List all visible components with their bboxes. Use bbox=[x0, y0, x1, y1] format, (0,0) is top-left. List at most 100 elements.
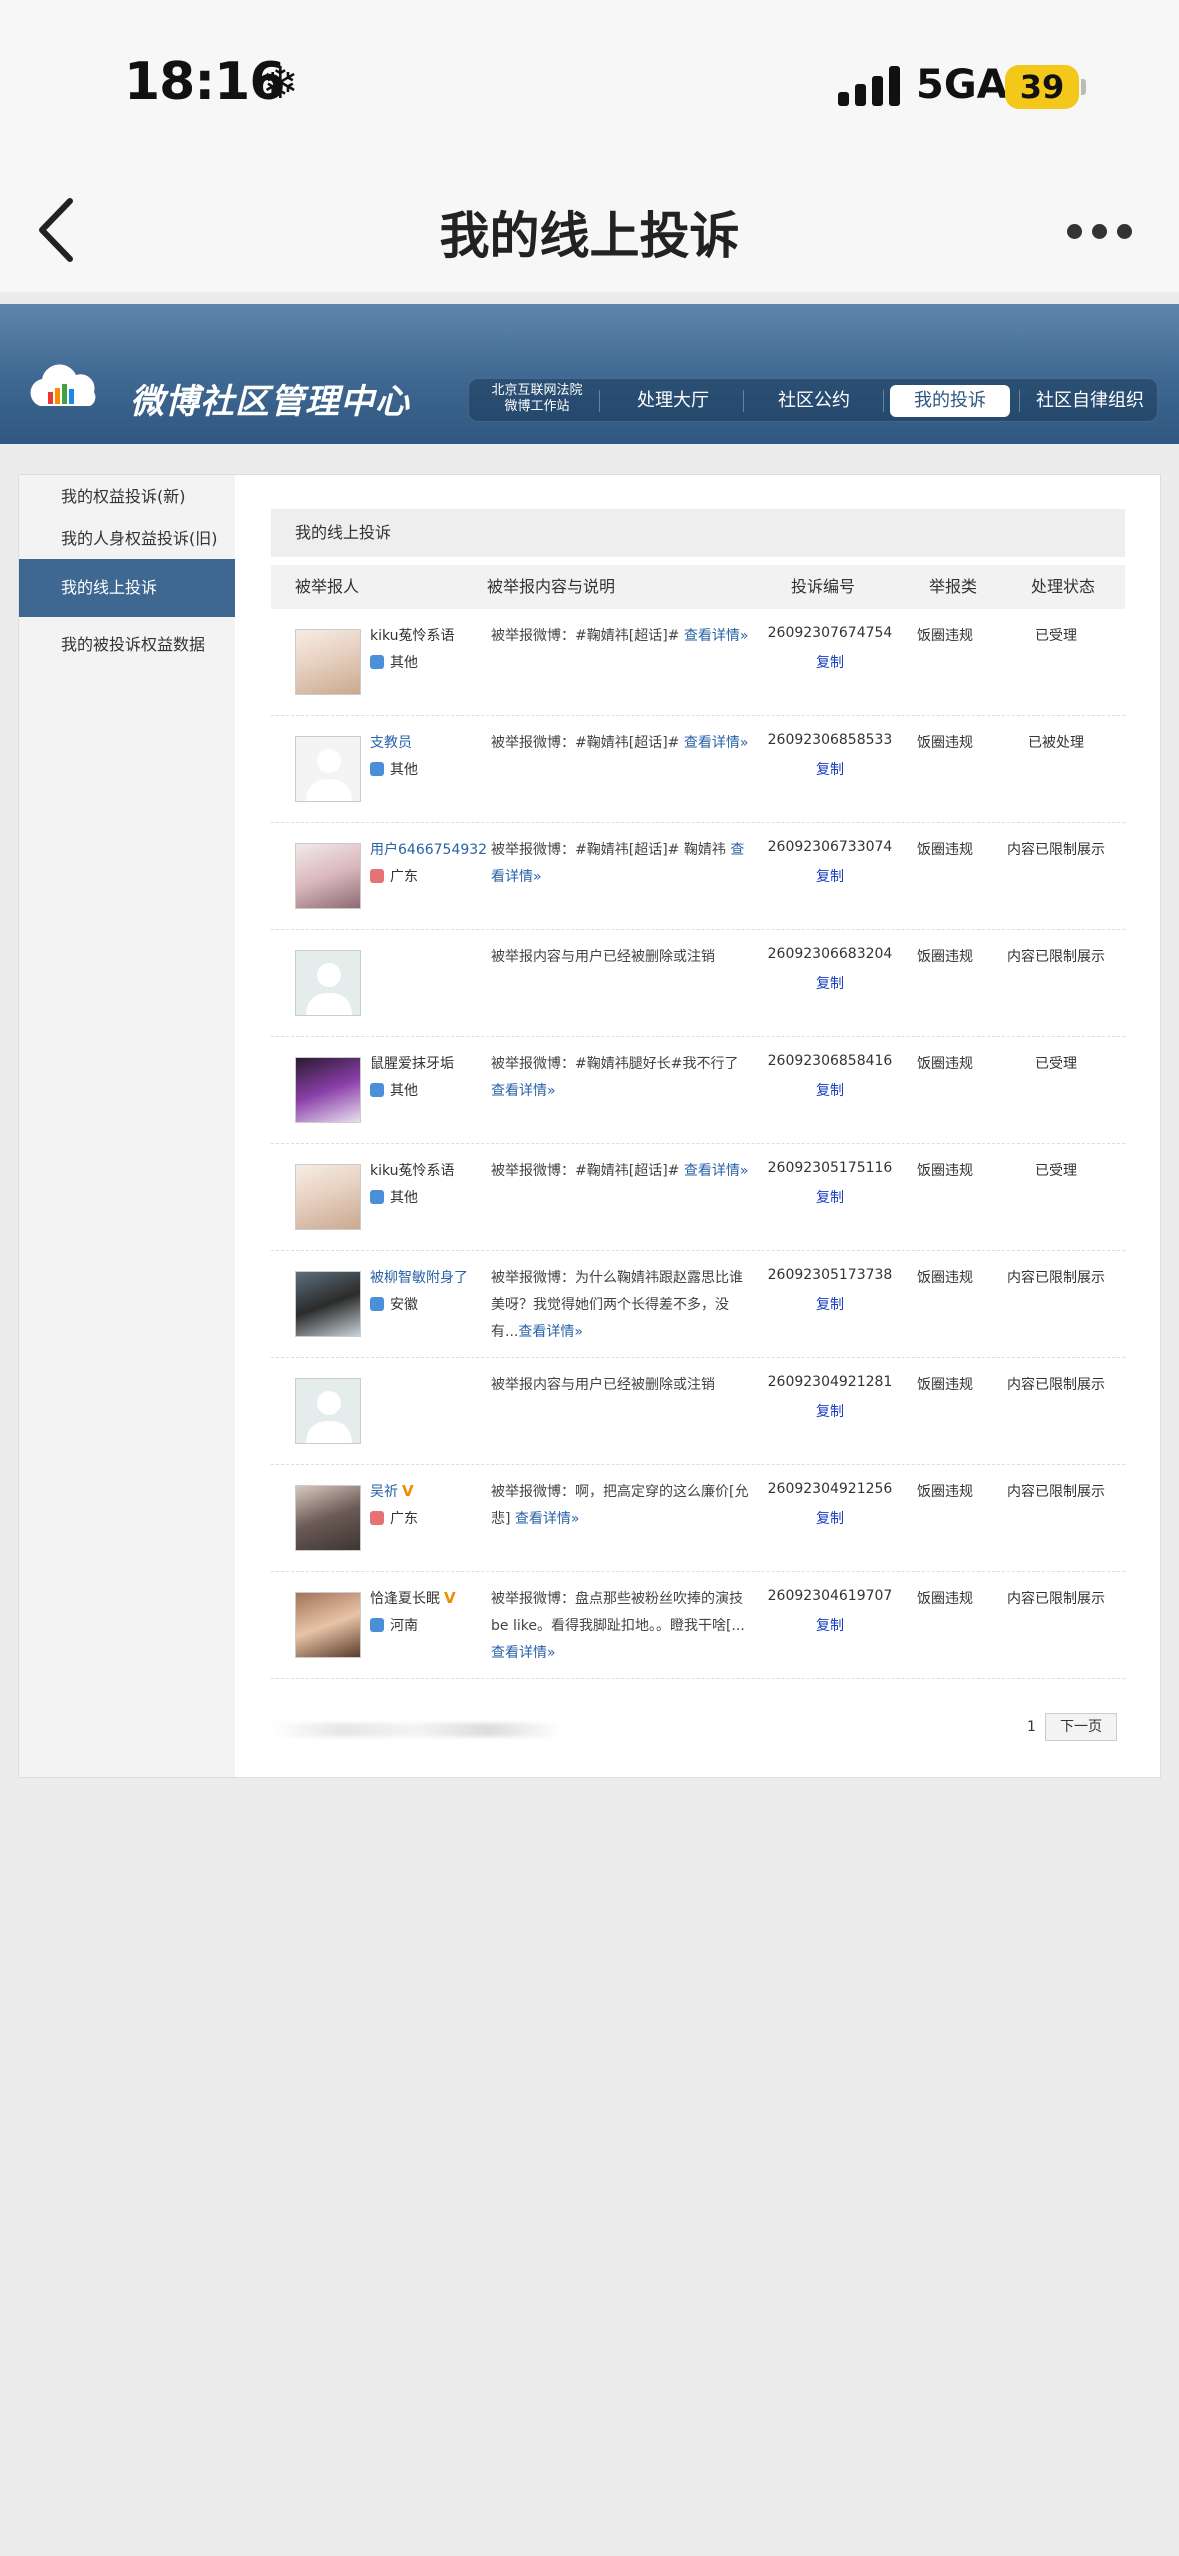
complaint-description: 被举报微博：盘点那些被粉丝吹捧的演技be like。看得我脚趾扣地。。瞪我干啥[… bbox=[491, 1586, 753, 1667]
reported-user-name[interactable]: 吴祈 V bbox=[370, 1481, 414, 1501]
copy-button[interactable]: 复制 bbox=[765, 1615, 895, 1635]
complaint-id: 26092307674754 bbox=[767, 625, 893, 641]
complaint-description: 被举报微博：为什么鞠婧祎跟赵露思比谁美呀？我觉得她们两个长得差不多，没有...查… bbox=[491, 1265, 753, 1346]
avatar[interactable] bbox=[295, 950, 361, 1016]
complaint-status: 已受理 bbox=[1035, 628, 1077, 644]
court-line1: 北京互联网法院 bbox=[491, 383, 583, 398]
complaints-table: kiku菟怜系语 其他 被举报微博：#鞠婧祎[超话]# 查看详情» 260923076… bbox=[271, 609, 1125, 1679]
complaint-id: 26092304619707 bbox=[767, 1588, 893, 1604]
reported-user-name[interactable]: kiku菟怜系语 bbox=[370, 1160, 455, 1180]
page-number[interactable]: 1 bbox=[1027, 1719, 1036, 1735]
default-avatar-icon bbox=[306, 963, 352, 1015]
avatar[interactable] bbox=[295, 629, 361, 695]
copy-button[interactable]: 复制 bbox=[765, 1401, 895, 1421]
complaint-type: 饭圈违规 bbox=[917, 1377, 973, 1393]
user-name-text: 鼠腥爱抹牙垢 bbox=[370, 1056, 454, 1072]
view-details-link[interactable]: 查看详情» bbox=[491, 1645, 556, 1661]
copy-button[interactable]: 复制 bbox=[765, 1080, 895, 1100]
table-row: 支教员 其他 被举报微博：#鞠婧祎[超话]# 查看详情» 26092306858533… bbox=[271, 716, 1125, 823]
reported-user-name[interactable]: 用户6466754932 bbox=[370, 839, 487, 859]
reported-user-name[interactable]: kiku菟怜系语 bbox=[370, 625, 455, 645]
sidebar-item-rights-new[interactable]: 我的权益投诉(新) bbox=[19, 483, 235, 511]
user-location: 安徽 bbox=[370, 1294, 418, 1314]
complaint-description: 被举报微博：#鞠婧祎[超话]# 鞠婧祎 查看详情» bbox=[491, 837, 753, 891]
avatar[interactable] bbox=[295, 1057, 361, 1123]
complaint-description: 被举报微博：#鞠婧祎[超话]# 查看详情» bbox=[491, 623, 753, 650]
complaint-id: 26092305173738 bbox=[767, 1267, 893, 1283]
nav-divider bbox=[599, 390, 600, 412]
reported-user-name[interactable]: 被柳智敏附身了 bbox=[370, 1267, 468, 1287]
view-details-link[interactable]: 查看详情» bbox=[684, 1163, 749, 1179]
copy-button[interactable]: 复制 bbox=[765, 759, 895, 779]
sidebar: 我的权益投诉(新) 我的人身权益投诉(旧) 我的线上投诉 我的被投诉权益数据 bbox=[19, 475, 235, 1777]
user-name-text: 恰逢夏长眠 bbox=[370, 1591, 440, 1607]
table-row: kiku菟怜系语 其他 被举报微博：#鞠婧祎[超话]# 查看详情» 260923051… bbox=[271, 1144, 1125, 1251]
header-type: 举报类 bbox=[929, 577, 978, 596]
tab-self-discipline[interactable]: 社区自律组织 bbox=[1025, 379, 1155, 423]
avatar[interactable] bbox=[295, 1592, 361, 1658]
tab-hall[interactable]: 处理大厅 bbox=[609, 379, 737, 423]
user-gender-icon bbox=[370, 1297, 384, 1311]
complaint-id: 26092304921281 bbox=[767, 1374, 893, 1390]
user-location: 广东 bbox=[370, 866, 418, 886]
complaint-type: 饭圈违规 bbox=[917, 1591, 973, 1607]
table-row: 鼠腥爱抹牙垢 其他 被举报微博：#鞠婧祎腿好长#我不行了 查看详情» 26092306… bbox=[271, 1037, 1125, 1144]
complaint-description: 被举报微博：#鞠婧祎[超话]# 查看详情» bbox=[491, 730, 753, 757]
avatar[interactable] bbox=[295, 843, 361, 909]
sidebar-item-personal-rights-old[interactable]: 我的人身权益投诉(旧) bbox=[19, 525, 235, 553]
copy-button[interactable]: 复制 bbox=[765, 1187, 895, 1207]
copy-button[interactable]: 复制 bbox=[765, 1294, 895, 1314]
view-details-link[interactable]: 查看详情» bbox=[518, 1324, 583, 1340]
reported-user-name[interactable]: 鼠腥爱抹牙垢 bbox=[370, 1053, 454, 1073]
avatar[interactable] bbox=[295, 1271, 361, 1337]
complaint-type: 饭圈违规 bbox=[917, 628, 973, 644]
user-location: 其他 bbox=[370, 1187, 418, 1207]
table-row: 被举报内容与用户已经被删除或注销 26092306683204 复制 饭圈违规 内容已限… bbox=[271, 930, 1125, 1037]
view-details-link[interactable]: 查看详情» bbox=[684, 735, 749, 751]
nav-divider bbox=[1019, 390, 1020, 412]
header-reported: 被举报人 bbox=[295, 577, 360, 596]
view-details-link[interactable]: 查看详情» bbox=[491, 1083, 556, 1099]
table-row: 被举报内容与用户已经被删除或注销 26092304921281 复制 饭圈违规 内容已限… bbox=[271, 1358, 1125, 1465]
location-text: 其他 bbox=[390, 762, 418, 778]
complaint-description: 被举报内容与用户已经被删除或注销 bbox=[491, 1372, 753, 1399]
location-text: 广东 bbox=[390, 869, 418, 885]
next-page-button[interactable]: 下一页 bbox=[1045, 1713, 1117, 1741]
sidebar-item-online-complaints[interactable]: 我的线上投诉 bbox=[19, 559, 235, 617]
avatar[interactable] bbox=[295, 1485, 361, 1551]
table-row: 吴祈 V 广东 被举报微博：啊，把高定穿的这么廉价[允悲] 查看详情» 26092304… bbox=[271, 1465, 1125, 1572]
copy-button[interactable]: 复制 bbox=[765, 973, 895, 993]
location-text: 其他 bbox=[390, 1083, 418, 1099]
site-header: 微博社区管理中心 北京互联网法院 微博工作站 处理大厅 社区公约 我的投诉 社区… bbox=[0, 304, 1179, 444]
avatar[interactable] bbox=[295, 736, 361, 802]
user-name-text: kiku菟怜系语 bbox=[370, 1163, 455, 1179]
location-text: 安徽 bbox=[390, 1297, 418, 1313]
user-gender-icon bbox=[370, 1618, 384, 1632]
reported-user-name[interactable]: 恰逢夏长眠 V bbox=[370, 1588, 456, 1608]
view-details-link[interactable]: 查看详情» bbox=[684, 628, 749, 644]
complaint-type: 饭圈违规 bbox=[917, 1484, 973, 1500]
more-icon[interactable] bbox=[1065, 216, 1135, 246]
copy-button[interactable]: 复制 bbox=[765, 652, 895, 672]
reported-user-name[interactable]: 支教员 bbox=[370, 732, 412, 752]
network-label: 5GA bbox=[916, 62, 1008, 108]
sidebar-item-reported-data[interactable]: 我的被投诉权益数据 bbox=[19, 631, 235, 659]
user-name-text: 被柳智敏附身了 bbox=[370, 1270, 468, 1286]
avatar[interactable] bbox=[295, 1378, 361, 1444]
section-title: 我的线上投诉 bbox=[271, 509, 1125, 557]
verified-v-icon: V bbox=[402, 1482, 414, 1500]
copy-button[interactable]: 复制 bbox=[765, 866, 895, 886]
battery-icon: 39 bbox=[1005, 65, 1079, 109]
description-text: 被举报微博：#鞠婧祎[超话]# bbox=[491, 735, 684, 751]
complaint-type: 饭圈违规 bbox=[917, 1270, 973, 1286]
court-link[interactable]: 北京互联网法院 微博工作站 bbox=[487, 383, 587, 415]
description-text: 被举报内容与用户已经被删除或注销 bbox=[491, 1377, 715, 1393]
tab-convention[interactable]: 社区公约 bbox=[749, 379, 879, 423]
view-details-link[interactable]: 查看详情» bbox=[515, 1511, 580, 1527]
copy-button[interactable]: 复制 bbox=[765, 1508, 895, 1528]
tab-my-complaints[interactable]: 我的投诉 bbox=[890, 385, 1010, 417]
table-row: 用户6466754932 广东 被举报微博：#鞠婧祎[超话]# 鞠婧祎 查看详情» 2… bbox=[271, 823, 1125, 930]
nav-divider bbox=[743, 390, 744, 412]
default-avatar-icon bbox=[306, 749, 352, 801]
avatar[interactable] bbox=[295, 1164, 361, 1230]
